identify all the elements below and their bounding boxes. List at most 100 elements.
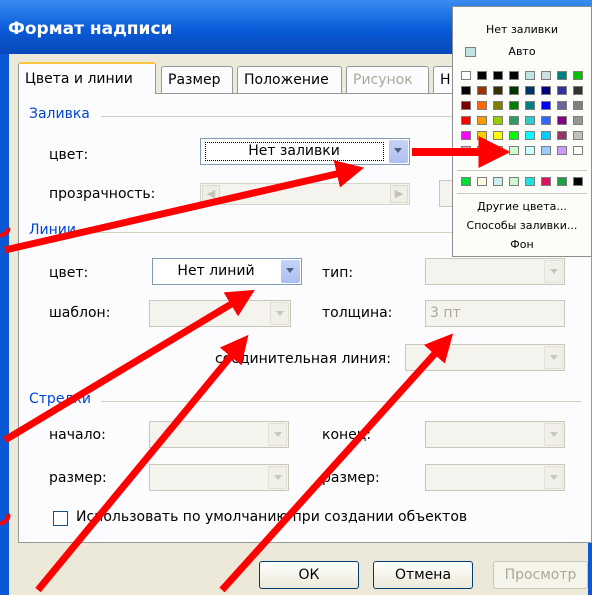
chevron-down-icon[interactable] xyxy=(544,466,563,489)
arrow-end-size-dropdown[interactable] xyxy=(425,464,565,491)
recent-color-swatch[interactable] xyxy=(541,177,551,186)
color-swatch[interactable] xyxy=(461,116,471,125)
color-swatch[interactable] xyxy=(525,101,535,110)
chevron-down-icon[interactable] xyxy=(544,260,563,283)
color-swatch[interactable] xyxy=(509,86,519,95)
color-swatch[interactable] xyxy=(461,101,471,110)
color-swatch[interactable] xyxy=(557,71,567,80)
window-frame-left xyxy=(0,54,9,595)
recent-color-swatch[interactable] xyxy=(493,177,503,186)
chevron-down-icon[interactable] xyxy=(389,140,408,163)
color-swatch[interactable] xyxy=(541,116,551,125)
format-textbox-dialog: Формат надписи Цвета и линии Размер Поло… xyxy=(0,0,592,595)
auto-option[interactable]: Авто xyxy=(453,45,591,58)
recent-color-swatch[interactable] xyxy=(461,177,471,186)
arrow-begin-size-dropdown[interactable] xyxy=(149,464,289,491)
fill-effects-option[interactable]: Способы заливки... xyxy=(453,219,591,232)
color-swatch[interactable] xyxy=(509,116,519,125)
color-swatch[interactable] xyxy=(541,131,551,140)
color-swatch[interactable] xyxy=(525,71,535,80)
tab-position[interactable]: Положение xyxy=(237,66,342,93)
color-swatch[interactable] xyxy=(461,71,471,80)
recent-color-swatch[interactable] xyxy=(573,177,583,186)
color-swatch[interactable] xyxy=(525,131,535,140)
color-swatch[interactable] xyxy=(493,101,503,110)
color-swatch[interactable] xyxy=(557,131,567,140)
ok-button[interactable]: ОК xyxy=(259,561,359,589)
color-swatch[interactable] xyxy=(557,86,567,95)
arrow-end-label: конец: xyxy=(322,427,372,443)
color-swatch[interactable] xyxy=(573,101,583,110)
color-swatch[interactable] xyxy=(509,101,519,110)
fill-color-popup: Нет заливки Авто Другие цвета... Способы… xyxy=(452,6,592,257)
color-swatch[interactable] xyxy=(461,86,471,95)
fill-color-value: Нет заливки xyxy=(248,143,340,159)
color-swatch[interactable] xyxy=(493,86,503,95)
color-swatch[interactable] xyxy=(477,146,487,155)
arrow-begin-dropdown[interactable] xyxy=(149,421,289,448)
color-swatch[interactable] xyxy=(525,116,535,125)
chevron-down-icon[interactable] xyxy=(268,466,287,489)
chevron-down-icon[interactable] xyxy=(544,346,563,369)
color-swatch[interactable] xyxy=(509,71,519,80)
recent-color-swatch[interactable] xyxy=(525,177,535,186)
color-swatch[interactable] xyxy=(573,71,583,80)
color-swatch[interactable] xyxy=(525,86,535,95)
color-swatch[interactable] xyxy=(557,116,567,125)
color-swatch[interactable] xyxy=(541,101,551,110)
cancel-button[interactable]: Отмена xyxy=(373,561,473,589)
color-swatch[interactable] xyxy=(573,86,583,95)
transparency-label: прозрачность: xyxy=(49,186,156,202)
tab-picture[interactable]: Рисунок xyxy=(346,66,429,93)
tab-colors-lines[interactable]: Цвета и линии xyxy=(18,62,156,94)
color-swatch[interactable] xyxy=(477,71,487,80)
color-swatch[interactable] xyxy=(525,146,535,155)
background-option[interactable]: Фон xyxy=(453,238,591,251)
connector-dropdown[interactable] xyxy=(405,344,565,371)
color-swatch[interactable] xyxy=(461,146,471,155)
color-swatch[interactable] xyxy=(541,71,551,80)
chevron-down-icon[interactable] xyxy=(544,423,563,446)
color-swatch[interactable] xyxy=(541,146,551,155)
color-swatch[interactable] xyxy=(477,86,487,95)
recent-color-swatch[interactable] xyxy=(509,177,519,186)
line-thickness-label: толщина: xyxy=(322,305,393,321)
color-swatch[interactable] xyxy=(541,86,551,95)
line-color-dropdown[interactable]: Нет линий xyxy=(152,258,302,285)
line-pattern-dropdown[interactable] xyxy=(149,300,291,327)
preview-button[interactable]: Просмотр xyxy=(493,561,588,589)
color-swatch[interactable] xyxy=(461,131,471,140)
color-swatch[interactable] xyxy=(557,101,567,110)
scroll-right-icon[interactable]: ▶ xyxy=(390,185,408,203)
use-default-checkbox[interactable] xyxy=(53,511,68,526)
color-swatch[interactable] xyxy=(573,146,583,155)
no-fill-option[interactable]: Нет заливки xyxy=(453,23,591,36)
chevron-down-icon[interactable] xyxy=(268,423,287,446)
color-swatch[interactable] xyxy=(493,116,503,125)
chevron-down-icon[interactable] xyxy=(270,302,289,325)
chevron-down-icon[interactable] xyxy=(281,260,300,283)
tab-size[interactable]: Размер xyxy=(161,66,233,93)
color-swatch[interactable] xyxy=(493,131,503,140)
arrow-end-dropdown[interactable] xyxy=(425,421,565,448)
color-swatch[interactable] xyxy=(509,131,519,140)
color-swatch[interactable] xyxy=(493,146,503,155)
color-swatch[interactable] xyxy=(509,146,519,155)
line-thickness-spinner[interactable]: 3 пт xyxy=(425,300,565,327)
color-swatch[interactable] xyxy=(477,116,487,125)
fill-color-dropdown[interactable]: Нет заливки xyxy=(200,138,410,165)
color-swatch[interactable] xyxy=(477,131,487,140)
more-colors-option[interactable]: Другие цвета... xyxy=(453,200,591,213)
color-swatch[interactable] xyxy=(493,71,503,80)
line-type-dropdown[interactable] xyxy=(425,258,565,285)
connector-label: соединительная линия: xyxy=(215,351,391,367)
recent-color-swatch[interactable] xyxy=(557,177,567,186)
recent-color-swatch[interactable] xyxy=(477,177,487,186)
scroll-left-icon[interactable]: ◀ xyxy=(202,185,220,203)
color-swatch[interactable] xyxy=(573,116,583,125)
color-swatch[interactable] xyxy=(557,146,567,155)
color-swatch[interactable] xyxy=(573,131,583,140)
line-thickness-value: 3 пт xyxy=(430,305,461,321)
color-swatch[interactable] xyxy=(477,101,487,110)
transparency-slider[interactable]: ◀ ▶ xyxy=(200,183,410,205)
